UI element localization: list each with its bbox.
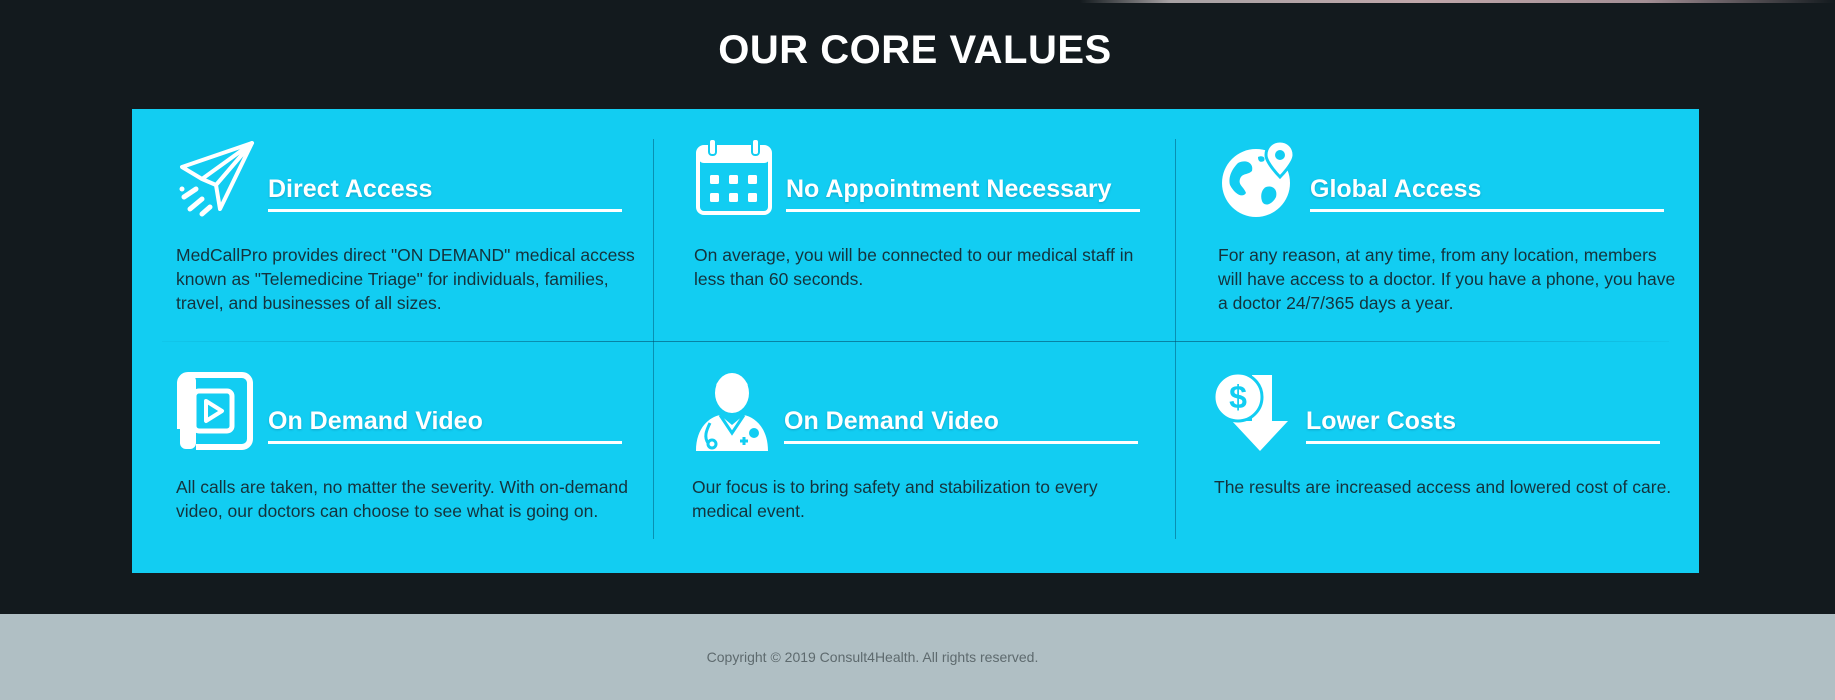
page-footer: Copyright © 2019 Consult4Health. All rig… bbox=[0, 614, 1835, 700]
value-card-global-access: Global Access For any reason, at any tim… bbox=[1218, 139, 1688, 339]
value-description: On average, you will be connected to our… bbox=[694, 245, 1134, 289]
copyright-text: Copyright © 2019 Consult4Health. All rig… bbox=[706, 649, 1039, 665]
column-divider bbox=[1175, 139, 1176, 539]
doctor-icon bbox=[692, 371, 772, 451]
video-play-icon bbox=[176, 371, 256, 451]
title-underline bbox=[268, 209, 622, 212]
value-title: On Demand Video bbox=[268, 407, 483, 435]
title-underline bbox=[784, 441, 1138, 444]
value-title: Lower Costs bbox=[1306, 407, 1457, 435]
value-description: MedCallPro provides direct "ON DEMAND" m… bbox=[176, 245, 635, 313]
svg-text:$: $ bbox=[1229, 379, 1247, 415]
paper-plane-icon bbox=[176, 139, 256, 219]
value-description: The results are increased access and low… bbox=[1214, 477, 1672, 497]
value-title: No Appointment Necessary bbox=[786, 175, 1112, 203]
value-description: All calls are taken, no matter the sever… bbox=[176, 477, 628, 521]
title-underline bbox=[268, 441, 622, 444]
value-card-on-demand-video: On Demand Video All calls are taken, no … bbox=[176, 371, 646, 571]
value-card-lower-costs: $ Lower Costs The results are increased … bbox=[1214, 371, 1684, 571]
calendar-icon bbox=[694, 139, 774, 219]
section-title: OUR CORE VALUES bbox=[718, 28, 1112, 72]
hero-image-edge bbox=[1080, 0, 1835, 3]
value-title: On Demand Video bbox=[784, 407, 999, 435]
title-underline bbox=[1310, 209, 1664, 212]
value-card-no-appointment: No Appointment Necessary On average, you… bbox=[694, 139, 1164, 339]
row-divider bbox=[162, 341, 1669, 342]
value-description: Our focus is to bring safety and stabili… bbox=[692, 477, 1098, 521]
dollar-down-arrow-icon: $ bbox=[1214, 371, 1294, 451]
core-values-panel: Direct Access MedCallPro provides direct… bbox=[132, 109, 1699, 573]
value-card-direct-access: Direct Access MedCallPro provides direct… bbox=[176, 139, 646, 339]
globe-location-icon bbox=[1218, 139, 1298, 219]
title-underline bbox=[1306, 441, 1660, 444]
value-title: Direct Access bbox=[268, 175, 433, 203]
value-card-on-demand-video-doctor: On Demand Video Our focus is to bring sa… bbox=[692, 371, 1162, 571]
value-title: Global Access bbox=[1310, 175, 1482, 203]
title-underline bbox=[786, 209, 1140, 212]
value-description: For any reason, at any time, from any lo… bbox=[1218, 245, 1676, 313]
column-divider bbox=[653, 139, 654, 539]
